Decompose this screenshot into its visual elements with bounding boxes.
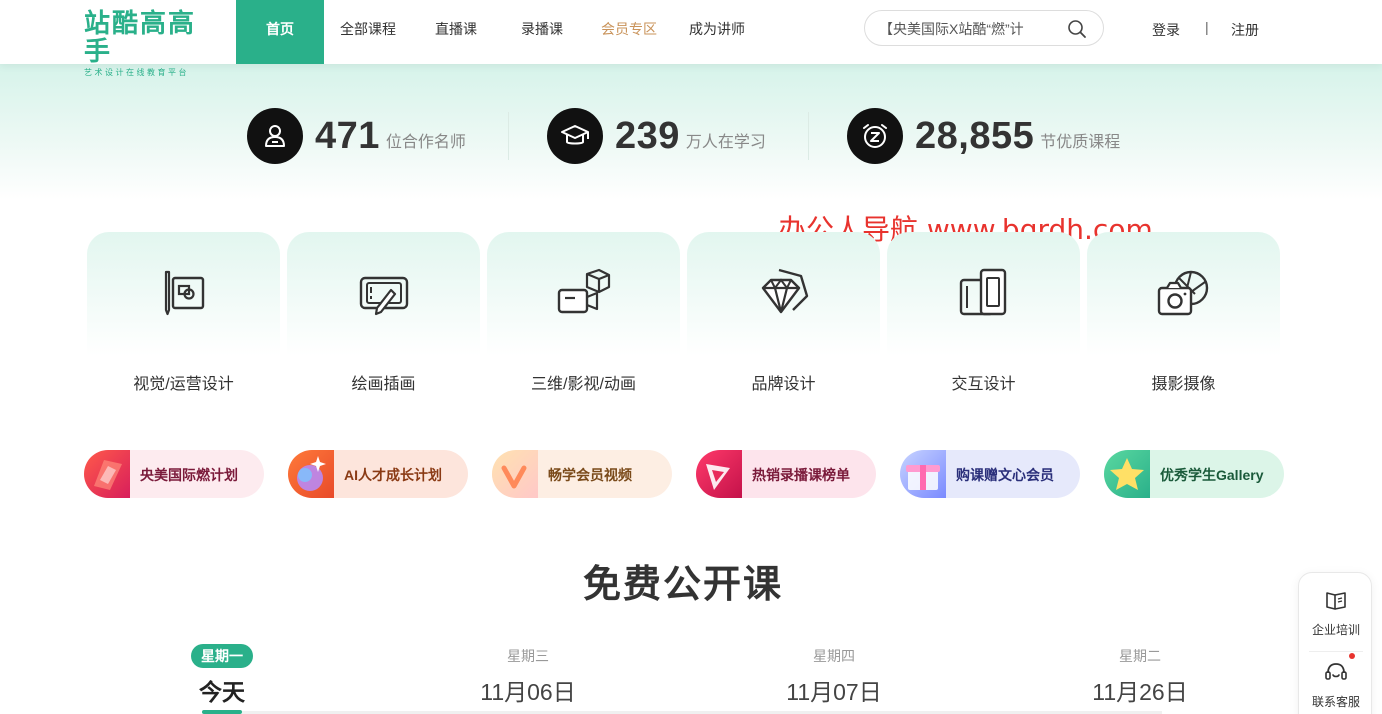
nav-become-teacher[interactable]: 成为讲师 — [673, 0, 762, 64]
day-tab-today[interactable]: 星期一 今天 — [142, 644, 302, 707]
promo-label: 央美国际燃计划 — [140, 467, 238, 483]
category-visual-design[interactable]: 视觉/运营设计 — [87, 232, 280, 402]
promo-label: 购课赠文心会员 — [956, 467, 1054, 483]
promo-bestseller[interactable]: 热销录播课榜单 — [696, 450, 876, 498]
stat-divider — [508, 112, 509, 160]
day-date: 11月26日 — [1092, 679, 1188, 705]
promo-label: AI人才成长计划 — [344, 467, 442, 483]
stat-learners-unit: 万人在学习 — [685, 134, 766, 151]
day-tab[interactable]: 星期二 11月26日 — [1060, 644, 1220, 707]
category-label: 摄影摄像 — [1151, 376, 1216, 393]
stat-courses: 28,855 节优质课程 — [847, 108, 1120, 164]
day-date: 11月06日 — [480, 679, 576, 705]
nav-recorded-courses[interactable]: 录播课 — [499, 0, 585, 64]
promo-ai-growth[interactable]: AI人才成长计划 — [288, 450, 468, 498]
promo-label: 畅学会员视频 — [548, 467, 632, 483]
book-icon — [1326, 592, 1346, 610]
teacher-icon — [247, 108, 303, 164]
day-tab[interactable]: 星期三 11月06日 — [448, 644, 608, 707]
category-label: 交互设计 — [951, 376, 1016, 393]
promo-label: 热销录播课榜单 — [752, 467, 850, 483]
camera-icon — [1157, 270, 1209, 316]
promo-vip-videos[interactable]: 畅学会员视频 — [492, 450, 672, 498]
category-label: 三维/影视/动画 — [531, 376, 636, 393]
search-box — [864, 10, 1104, 46]
active-day-indicator — [202, 710, 242, 714]
stat-learners-number: 239 — [615, 114, 680, 157]
diamond-icon — [761, 268, 809, 314]
category-drawing[interactable]: 绘画插画 — [287, 232, 480, 402]
stat-courses-unit: 节优质课程 — [1040, 134, 1121, 151]
free-courses-title: 免费公开课 — [582, 562, 783, 606]
today-weekday-badge: 星期一 — [191, 644, 253, 668]
logo-subtitle: 艺术设计在线教育平台 — [84, 68, 189, 77]
enterprise-training-label: 企业培训 — [1311, 623, 1360, 637]
day-tab[interactable]: 星期四 11月07日 — [754, 644, 914, 707]
day-date: 11月07日 — [786, 679, 882, 705]
promo-cafa-plan[interactable]: 央美国际燃计划 — [84, 450, 264, 498]
register-link[interactable]: 注册 — [1231, 20, 1259, 40]
contact-support-label: 联系客服 — [1311, 695, 1360, 709]
site-logo[interactable]: 站酷高高手 艺术设计在线教育平台 — [84, 10, 204, 77]
promo-label: 优秀学生Gallery — [1160, 467, 1264, 483]
stat-teachers: 471 位合作名师 — [247, 108, 466, 164]
day-weekday: 星期二 — [1119, 648, 1161, 664]
stat-teachers-number: 471 — [315, 114, 380, 157]
3d-camera-icon — [557, 268, 611, 314]
search-icon[interactable] — [1067, 19, 1087, 39]
gift-badge-icon — [900, 450, 946, 498]
alarm-clock-icon — [847, 108, 903, 164]
contact-support-button[interactable]: 联系客服 — [1299, 659, 1373, 710]
main-nav: 首页 全部课程 直播课 录播课 会员专区 成为讲师 — [236, 0, 762, 64]
day-weekday: 星期三 — [507, 648, 549, 664]
category-3d-video[interactable]: 三维/影视/动画 — [487, 232, 680, 402]
nav-live-courses[interactable]: 直播课 — [413, 0, 499, 64]
drawing-tablet-icon — [359, 276, 409, 316]
stat-teachers-unit: 位合作名师 — [385, 134, 466, 151]
category-interaction-design[interactable]: 交互设计 — [887, 232, 1080, 402]
devices-icon — [959, 268, 1007, 316]
float-divider — [1309, 651, 1363, 652]
headset-icon — [1325, 663, 1347, 680]
promo-gift-membership[interactable]: 购课赠文心会员 — [900, 450, 1080, 498]
nav-vip-zone[interactable]: 会员专区 — [585, 0, 673, 64]
search-input[interactable] — [879, 19, 1049, 39]
category-label: 绘画插画 — [351, 376, 416, 393]
login-link[interactable]: 登录 — [1152, 20, 1180, 40]
graduation-cap-icon — [547, 108, 603, 164]
star-badge-icon — [1104, 450, 1150, 498]
fire-badge-icon — [84, 450, 130, 498]
category-brand-design[interactable]: 品牌设计 — [687, 232, 880, 402]
top-header: 站酷高高手 艺术设计在线教育平台 首页 全部课程 直播课 录播课 会员专区 成为… — [0, 0, 1382, 77]
category-label: 视觉/运营设计 — [133, 376, 234, 393]
logo-title: 站酷高高手 — [84, 9, 197, 67]
vip-badge-icon — [492, 450, 538, 498]
day-date: 今天 — [199, 679, 245, 705]
day-weekday: 星期四 — [813, 648, 855, 664]
enterprise-training-button[interactable]: 企业培训 — [1299, 587, 1373, 638]
visual-design-icon — [164, 270, 205, 316]
category-label: 品牌设计 — [751, 376, 816, 393]
category-photography[interactable]: 摄影摄像 — [1087, 232, 1280, 402]
promo-gallery[interactable]: 优秀学生Gallery — [1104, 450, 1284, 498]
right-float-panel: 企业培训 联系客服 — [1298, 572, 1372, 714]
bestseller-badge-icon — [696, 450, 742, 498]
stats-band: 471 位合作名师 239 万人在学习 28,855 节优质课程 — [0, 64, 1382, 200]
stat-learners: 239 万人在学习 — [547, 108, 766, 164]
stat-divider — [808, 112, 809, 160]
ai-badge-icon — [288, 450, 334, 498]
stat-courses-number: 28,855 — [915, 114, 1035, 157]
login-divider: | — [1205, 19, 1209, 35]
nav-all-courses[interactable]: 全部课程 — [324, 0, 413, 64]
nav-home[interactable]: 首页 — [236, 0, 324, 64]
